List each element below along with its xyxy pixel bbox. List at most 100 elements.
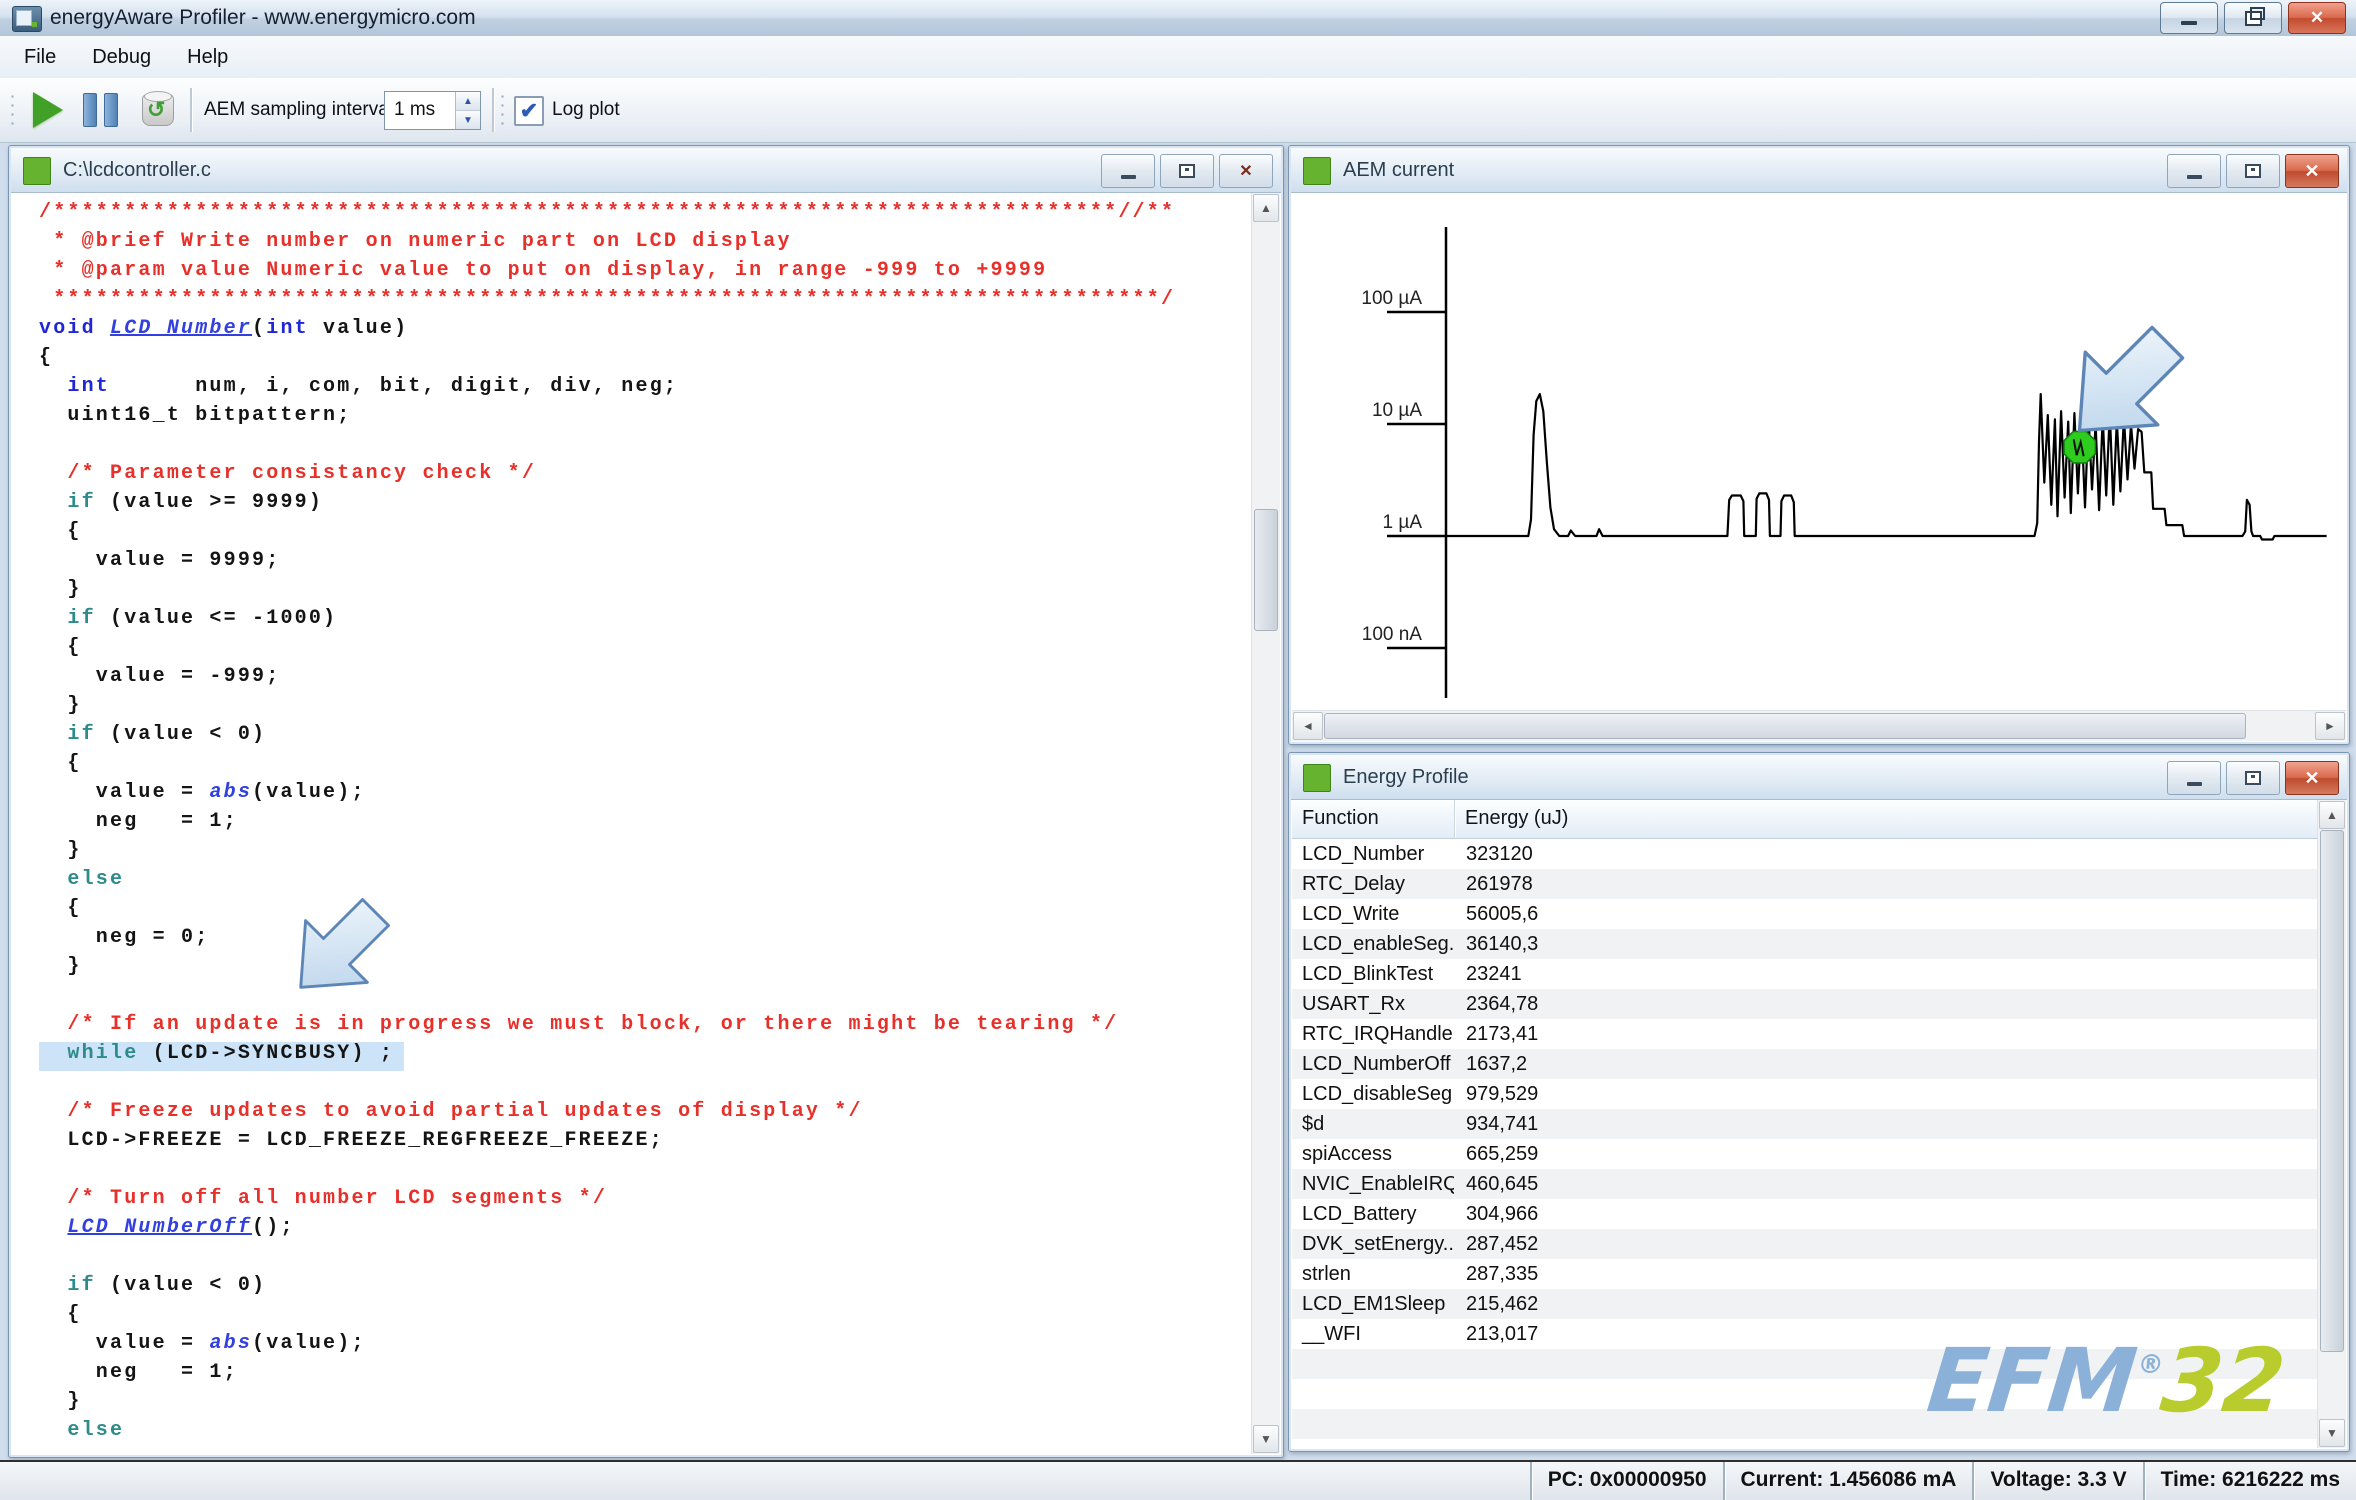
menu-file[interactable]: File xyxy=(6,36,74,78)
axis-tick-label: 100 nA xyxy=(1362,624,1423,645)
code-vertical-scrollbar[interactable]: ▲ ▼ xyxy=(1251,193,1280,1454)
function-cell: LCD_enableSeg... xyxy=(1292,929,1454,959)
scroll-right-icon[interactable]: ► xyxy=(2315,712,2345,740)
function-cell: RTC_IRQHandler xyxy=(1292,1019,1454,1049)
energy-cell: 1637,2 xyxy=(1454,1049,2318,1079)
status-bar: PC: 0x00000950Current: 1.456086 mAVoltag… xyxy=(0,1460,2356,1500)
table-row[interactable]: strlen287,335 xyxy=(1292,1259,2318,1289)
reset-icon: ↺ xyxy=(142,94,174,126)
chart-icon xyxy=(1303,157,1331,185)
scroll-up-icon[interactable]: ▲ xyxy=(1253,194,1279,222)
log-plot-checkbox[interactable]: ✔ xyxy=(514,96,544,126)
maximize-button[interactable] xyxy=(2226,761,2280,795)
code-line: } xyxy=(39,1390,1252,1419)
aem-window-titlebar[interactable]: AEM current ✕ xyxy=(1291,148,2347,193)
table-row[interactable]: DVK_setEnergy...287,452 xyxy=(1292,1229,2318,1259)
function-cell: LCD_Write xyxy=(1292,899,1454,929)
sampling-interval-value[interactable]: 1 ms xyxy=(385,92,455,129)
energy-cell: 979,529 xyxy=(1454,1079,2318,1109)
minimize-button[interactable] xyxy=(2160,2,2218,34)
table-row[interactable]: LCD_disableSeg...979,529 xyxy=(1292,1079,2318,1109)
column-header-energy[interactable]: Energy (uJ) xyxy=(1455,800,2318,838)
table-header[interactable]: Function Energy (uJ) xyxy=(1292,800,2318,839)
scroll-down-icon[interactable]: ▼ xyxy=(1253,1425,1279,1453)
function-cell: NVIC_EnableIRQ xyxy=(1292,1169,1454,1199)
table-row[interactable]: USART_Rx2364,78 xyxy=(1292,989,2318,1019)
table-row[interactable]: LCD_Battery304,966 xyxy=(1292,1199,2318,1229)
function-cell: LCD_EM1Sleep xyxy=(1292,1289,1454,1319)
axis-tick-label: 10 µA xyxy=(1372,400,1422,421)
maximize-button[interactable] xyxy=(2226,154,2280,188)
energy-cell: 2364,78 xyxy=(1454,989,2318,1019)
scrollbar-thumb[interactable] xyxy=(1254,509,1278,631)
menu-help[interactable]: Help xyxy=(169,36,246,78)
callout-arrow-icon xyxy=(279,894,394,1014)
table-row[interactable]: LCD_Number323120 xyxy=(1292,839,2318,869)
restore-button[interactable] xyxy=(2224,2,2282,34)
energy-window-titlebar[interactable]: Energy Profile ✕ xyxy=(1291,755,2347,800)
menu-bar: File Debug Help xyxy=(0,36,2356,79)
scroll-down-icon[interactable]: ▼ xyxy=(2319,1419,2345,1447)
app-icon xyxy=(12,6,42,32)
energy-cell: 2173,41 xyxy=(1454,1019,2318,1049)
table-row[interactable]: $d934,741 xyxy=(1292,1109,2318,1139)
code-line: /* Parameter consistancy check */ xyxy=(39,462,1252,491)
sampling-interval-stepper[interactable]: 1 ms ▲ ▼ xyxy=(384,91,481,130)
table-row[interactable]: RTC_IRQHandler2173,41 xyxy=(1292,1019,2318,1049)
table-row[interactable]: NVIC_EnableIRQ460,645 xyxy=(1292,1169,2318,1199)
menu-debug[interactable]: Debug xyxy=(74,36,169,78)
close-button[interactable]: ✕ xyxy=(2288,2,2346,34)
energy-vertical-scrollbar[interactable]: ▲ ▼ xyxy=(2317,800,2346,1448)
current-plot[interactable]: 100 µA10 µA1 µA100 nA xyxy=(1292,193,2346,711)
scroll-left-icon[interactable]: ◄ xyxy=(1293,712,1323,740)
maximize-button[interactable] xyxy=(1160,154,1214,188)
scroll-up-icon[interactable]: ▲ xyxy=(2319,801,2345,829)
close-button[interactable]: ✕ xyxy=(2285,154,2339,188)
close-button[interactable]: ✕ xyxy=(1219,154,1273,188)
application-window: energyAware Profiler - www.energymicro.c… xyxy=(0,0,2356,1500)
code-line: neg = 1; xyxy=(39,810,1252,839)
log-plot-label: Log plot xyxy=(552,78,620,142)
play-button[interactable] xyxy=(28,90,68,130)
energy-cell: 36140,3 xyxy=(1454,929,2318,959)
minimize-button[interactable] xyxy=(1101,154,1155,188)
table-row[interactable]: LCD_NumberOff1637,2 xyxy=(1292,1049,2318,1079)
reset-button[interactable]: ↺ xyxy=(138,90,178,130)
table-row[interactable]: LCD_EM1Sleep215,462 xyxy=(1292,1289,2318,1319)
toolbar-grip[interactable] xyxy=(10,92,15,128)
minimize-button[interactable] xyxy=(2167,761,2221,795)
function-cell: DVK_setEnergy... xyxy=(1292,1229,1454,1259)
code-line: value = 9999; xyxy=(39,549,1252,578)
code-line: /***************************************… xyxy=(39,201,1252,230)
table-row[interactable]: RTC_Delay261978 xyxy=(1292,869,2318,899)
function-cell: LCD_Battery xyxy=(1292,1199,1454,1229)
window-title: energyAware Profiler - www.energymicro.c… xyxy=(50,0,476,36)
code-line: LCD->FREEZE = LCD_FREEZE_REGFREEZE_FREEZ… xyxy=(39,1129,1252,1158)
scrollbar-thumb[interactable] xyxy=(1324,713,2246,739)
code-line-highlighted: while (LCD->SYNCBUSY) ; xyxy=(39,1042,1252,1071)
code-line xyxy=(39,984,1252,1013)
function-cell: USART_Rx xyxy=(1292,989,1454,1019)
status-field: Voltage: 3.3 V xyxy=(1972,1462,2142,1500)
code-line: LCD_NumberOff(); xyxy=(39,1216,1252,1245)
table-row[interactable]: LCD_enableSeg...36140,3 xyxy=(1292,929,2318,959)
code-window-titlebar[interactable]: C:\lcdcontroller.c ✕ xyxy=(11,148,1281,193)
aem-window-title: AEM current xyxy=(1343,148,1454,192)
column-header-function[interactable]: Function xyxy=(1292,800,1455,838)
spin-down-icon[interactable]: ▼ xyxy=(456,111,480,129)
energy-cell: 287,452 xyxy=(1454,1229,2318,1259)
scrollbar-thumb[interactable] xyxy=(2320,830,2344,1352)
code-line: void LCD_Number(int value) xyxy=(39,317,1252,346)
code-line: value = abs(value); xyxy=(39,781,1252,810)
aem-horizontal-scrollbar[interactable]: ◄ ► xyxy=(1292,710,2346,741)
minimize-button[interactable] xyxy=(2167,154,2221,188)
table-row[interactable]: spiAccess665,259 xyxy=(1292,1139,2318,1169)
table-row[interactable]: LCD_BlinkTest23241 xyxy=(1292,959,2318,989)
close-button[interactable]: ✕ xyxy=(2285,761,2339,795)
table-row[interactable]: LCD_Write56005,6 xyxy=(1292,899,2318,929)
code-line: { xyxy=(39,897,1252,926)
spin-up-icon[interactable]: ▲ xyxy=(456,92,480,111)
code-line: neg = 0; xyxy=(39,926,1252,955)
pause-button[interactable] xyxy=(80,90,120,130)
toolbar-grip[interactable] xyxy=(500,92,505,128)
